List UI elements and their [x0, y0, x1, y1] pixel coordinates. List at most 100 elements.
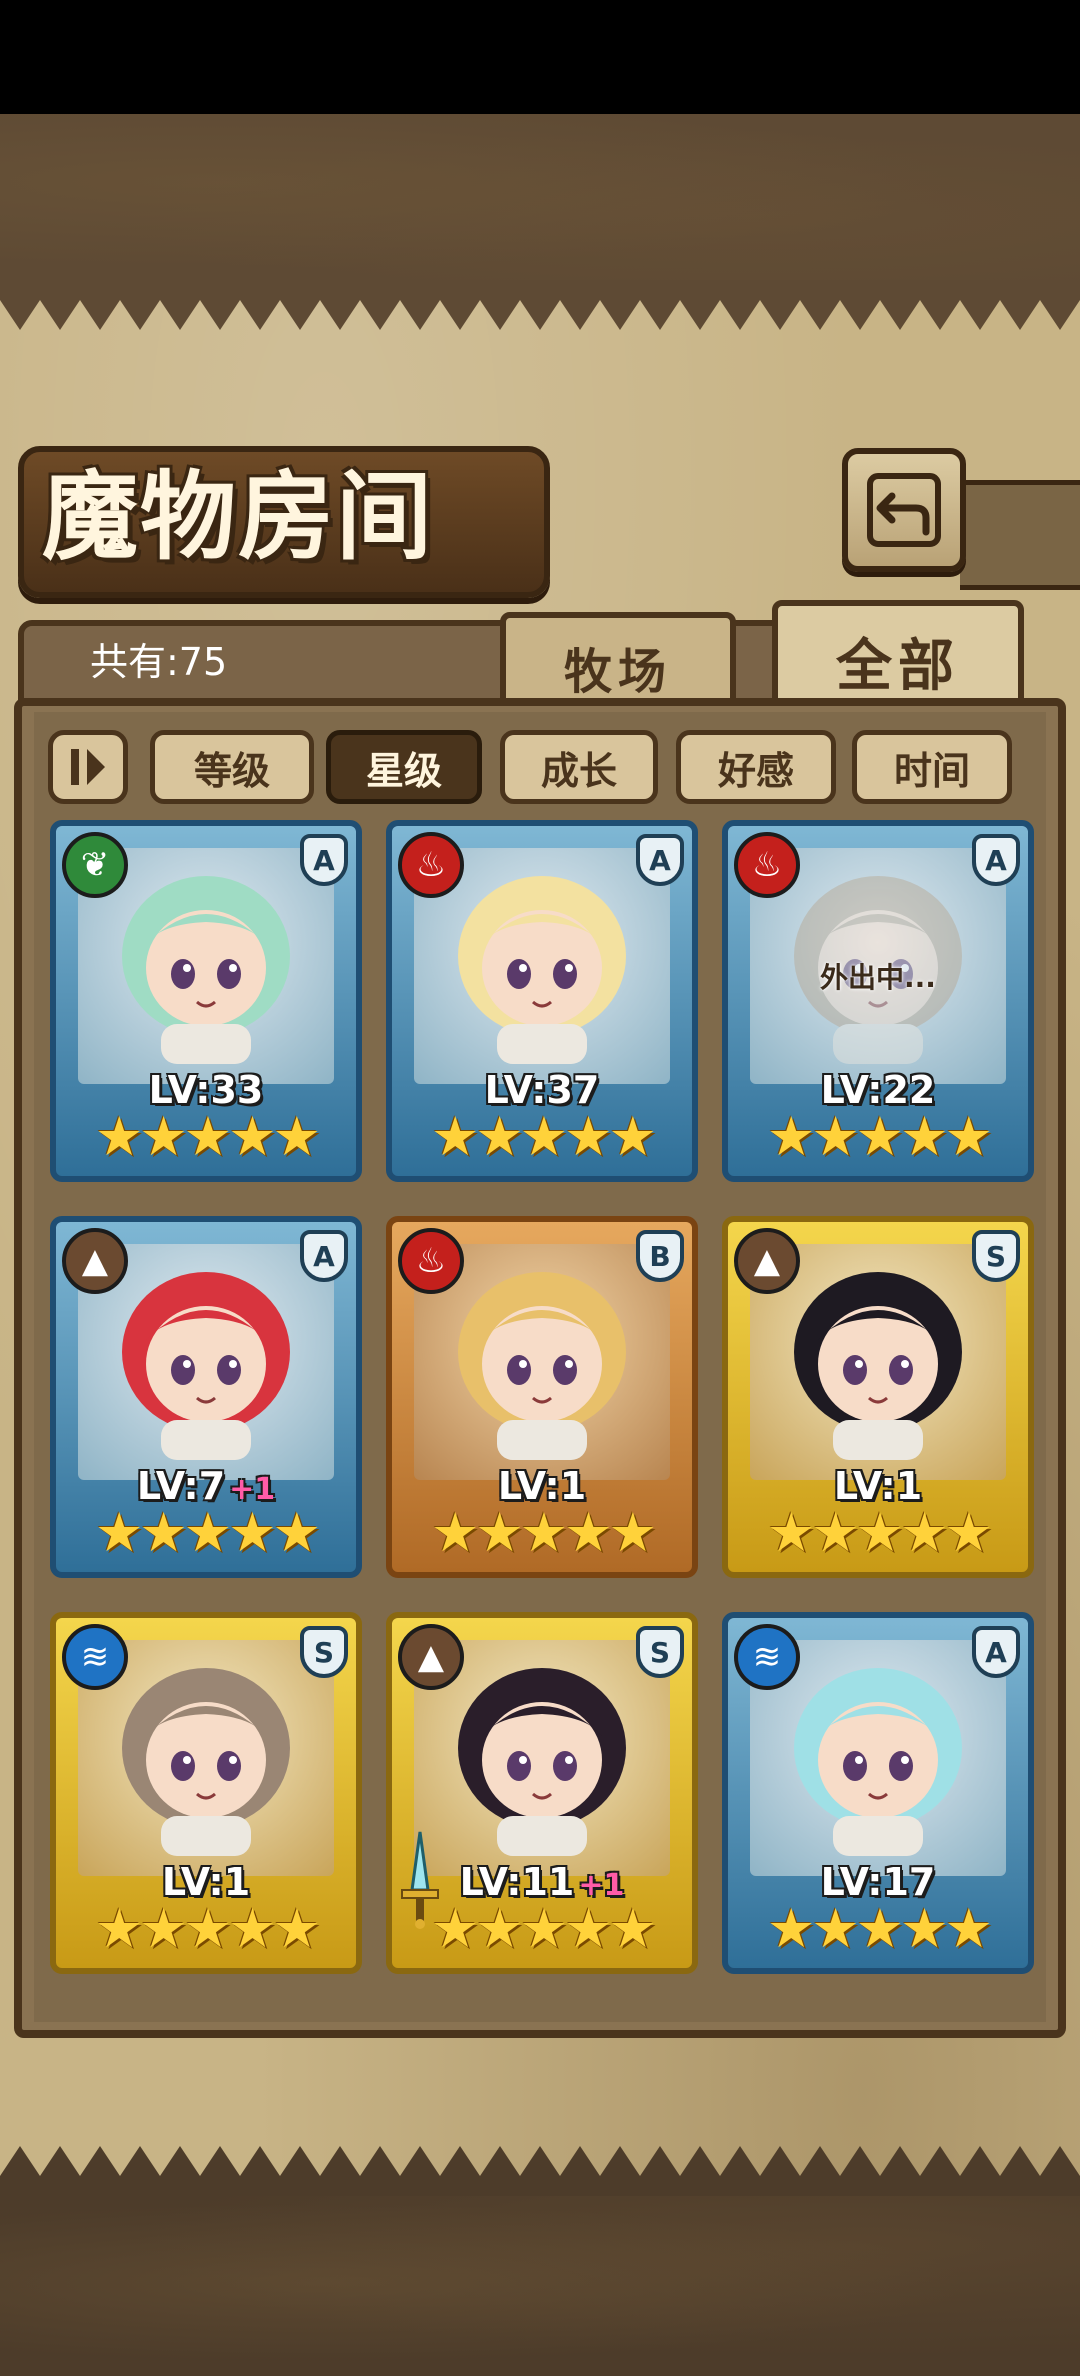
flame-icon: ♨ [398, 832, 464, 898]
sort-level-label: 等级 [193, 748, 270, 793]
star-icon: ★ [228, 1501, 276, 1564]
tab-pasture-label: 牧场 [563, 644, 672, 700]
sort-affection-button[interactable]: 好感 [676, 730, 836, 804]
monster-count: 共有:75 [90, 640, 228, 684]
map-background-top [0, 114, 1080, 284]
star-icon: ★ [183, 1897, 232, 1960]
star-icon: ★ [475, 1897, 523, 1960]
star-icon: ★ [228, 1105, 276, 1168]
star-icon: ★ [944, 1501, 993, 1564]
monster-chibi-icon [794, 1272, 962, 1460]
monster-chibi-icon [458, 1668, 626, 1856]
rank-badge: S [300, 1626, 348, 1678]
monster-card[interactable]: ≋ S LV:1 ★★★★★ [50, 1612, 362, 1974]
level-label: LV:33 [56, 1068, 356, 1112]
star-icon: ★ [608, 1105, 657, 1168]
rank-badge: S [636, 1626, 684, 1678]
monster-card[interactable]: ♨ A 外出中... LV:22 ★★★★★ [722, 820, 1034, 1182]
level-value: LV:22 [820, 1068, 936, 1112]
sort-star-button[interactable]: 星级 [326, 730, 482, 804]
star-rating: ★★★★★ [56, 1898, 356, 1960]
star-icon: ★ [900, 1501, 948, 1564]
monster-chibi-icon [794, 1668, 962, 1856]
level-bonus: +1 [578, 1868, 625, 1903]
level-label: LV:22 [728, 1068, 1028, 1112]
page-title: 魔物房间 [42, 460, 434, 573]
star-icon: ★ [608, 1501, 657, 1564]
star-icon: ★ [94, 1897, 143, 1960]
star-icon: ★ [855, 1501, 904, 1564]
level-label: LV:17 [728, 1860, 1028, 1904]
star-icon: ★ [564, 1501, 612, 1564]
leaf-icon: ❦ [62, 832, 128, 898]
mountain-icon: ▲ [734, 1228, 800, 1294]
star-icon: ★ [811, 1897, 859, 1960]
star-rating: ★★★★★ [728, 1502, 1028, 1564]
return-arrow-icon [867, 473, 941, 547]
zigzag-border-top [0, 280, 1080, 330]
star-icon: ★ [811, 1501, 859, 1564]
sort-order-toggle[interactable] [48, 730, 128, 804]
star-icon: ★ [272, 1501, 321, 1564]
level-value: LV:33 [148, 1068, 264, 1112]
star-rating: ★★★★★ [392, 1502, 692, 1564]
level-value: LV:1 [833, 1464, 923, 1508]
monster-card[interactable]: ▲ S LV:1 ★★★★★ [722, 1216, 1034, 1578]
star-icon: ★ [228, 1897, 276, 1960]
star-icon: ★ [519, 1105, 568, 1168]
star-icon: ★ [944, 1105, 993, 1168]
level-label: LV:11 +1 [392, 1860, 692, 1904]
star-icon: ★ [272, 1105, 321, 1168]
away-status-label: 外出中... [820, 961, 936, 994]
star-icon: ★ [139, 1105, 187, 1168]
level-value: LV:37 [484, 1068, 600, 1112]
monster-card[interactable]: ▲ A LV:7 +1 ★★★★★ [50, 1216, 362, 1578]
star-icon: ★ [900, 1105, 948, 1168]
star-rating: ★★★★★ [56, 1106, 356, 1168]
header-bar [960, 480, 1080, 590]
star-icon: ★ [94, 1501, 143, 1564]
monster-card[interactable]: ♨ B LV:1 ★★★★★ [386, 1216, 698, 1578]
rank-badge: A [300, 1230, 348, 1282]
star-icon: ★ [94, 1105, 143, 1168]
mountain-icon: ▲ [398, 1624, 464, 1690]
monster-card[interactable]: ▲ S LV:11 +1 ★★★★★ [386, 1612, 698, 1974]
star-icon: ★ [608, 1897, 657, 1960]
flame-icon: ♨ [398, 1228, 464, 1294]
star-icon: ★ [430, 1105, 479, 1168]
rank-badge: A [636, 834, 684, 886]
level-value: LV:11 [459, 1860, 575, 1904]
level-value: LV:17 [820, 1860, 936, 1904]
level-value: LV:1 [161, 1860, 251, 1904]
monster-chibi-icon [458, 876, 626, 1064]
star-icon: ★ [519, 1501, 568, 1564]
sort-time-button[interactable]: 时间 [852, 730, 1012, 804]
map-background-bottom [0, 2190, 1080, 2376]
star-rating: ★★★★★ [392, 1106, 692, 1168]
level-bonus: +1 [229, 1472, 276, 1507]
star-icon: ★ [855, 1105, 904, 1168]
star-icon: ★ [183, 1501, 232, 1564]
rank-badge: A [972, 1626, 1020, 1678]
monster-card[interactable]: ❦ A LV:33 ★★★★★ [50, 820, 362, 1182]
star-icon: ★ [944, 1897, 993, 1960]
wave-icon: ≋ [734, 1624, 800, 1690]
sort-star-label: 星级 [365, 748, 442, 793]
monster-card[interactable]: ♨ A LV:37 ★★★★★ [386, 820, 698, 1182]
sort-growth-button[interactable]: 成长 [500, 730, 658, 804]
rank-badge: B [636, 1230, 684, 1282]
tab-all-label: 全部 [836, 633, 960, 699]
star-icon: ★ [855, 1897, 904, 1960]
star-rating: ★★★★★ [728, 1106, 1028, 1168]
mountain-icon: ▲ [62, 1228, 128, 1294]
star-icon: ★ [475, 1105, 523, 1168]
monster-card[interactable]: ≋ A LV:17 ★★★★★ [722, 1612, 1034, 1974]
monster-chibi-icon [122, 1272, 290, 1460]
star-icon: ★ [900, 1897, 948, 1960]
star-icon: ★ [766, 1501, 815, 1564]
level-label: LV:1 [728, 1464, 1028, 1508]
rank-badge: S [972, 1230, 1020, 1282]
back-button[interactable] [842, 448, 966, 572]
sort-level-button[interactable]: 等级 [150, 730, 314, 804]
rank-badge: A [300, 834, 348, 886]
